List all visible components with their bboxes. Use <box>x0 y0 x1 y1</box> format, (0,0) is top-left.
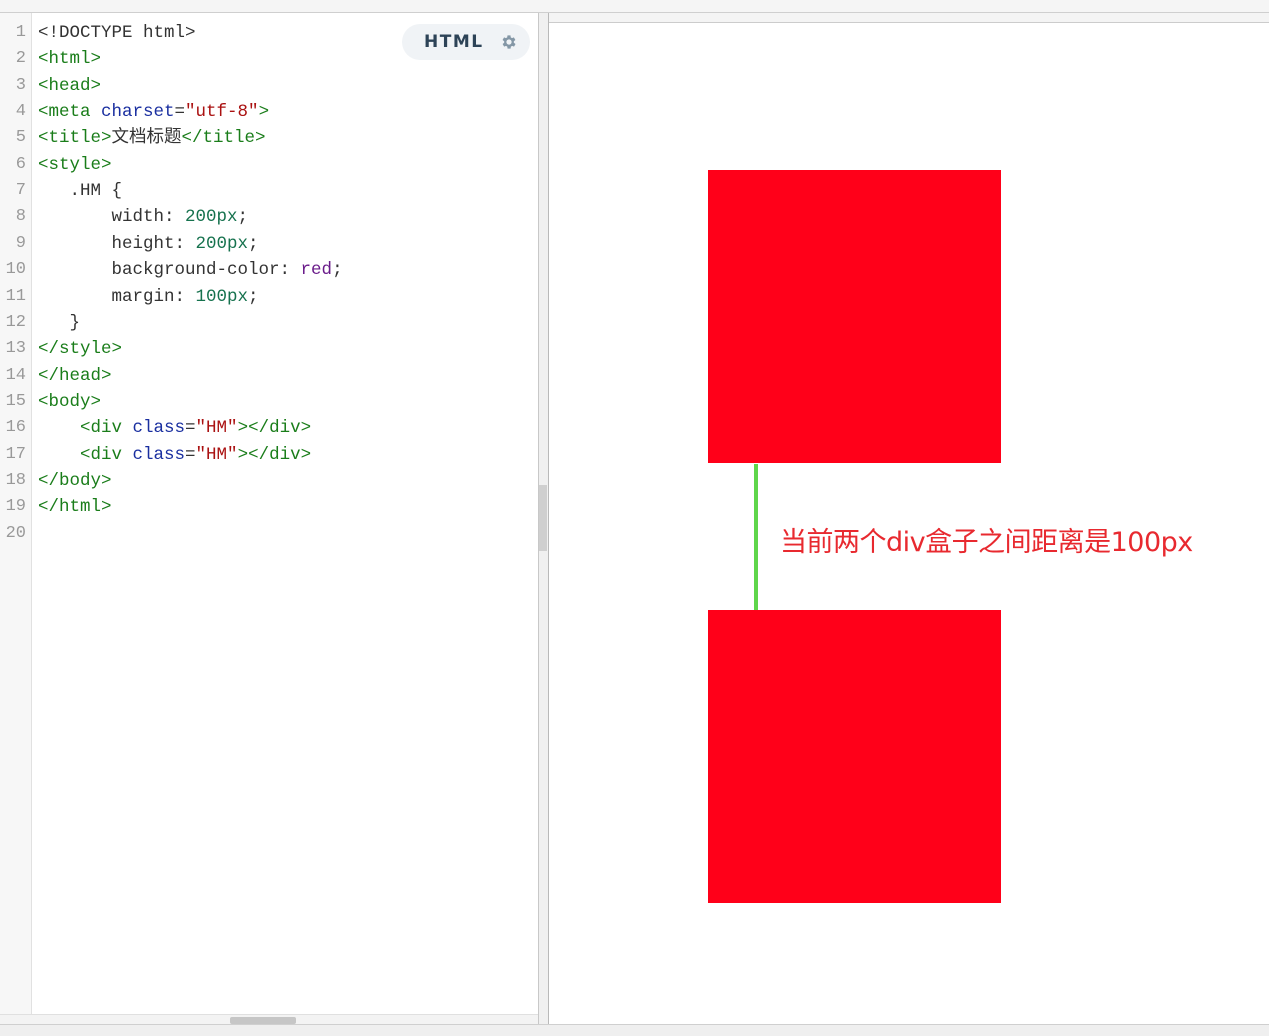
line-number: 5 <box>15 128 26 148</box>
code-line[interactable]: <meta charset="utf-8"> <box>38 99 269 125</box>
code-editor-pane[interactable]: 1 2 3 4 5 6 7 8 9 10 11 12 13 14 15 16 17 18 19 20 <!DOCTYP… <box>0 13 539 1025</box>
code-token: <div <box>38 418 133 439</box>
code-token: 文档标题 <box>111 128 182 149</box>
code-line[interactable]: width: 200px; <box>38 204 249 230</box>
code-token: .HM { <box>38 181 123 202</box>
code-token: class <box>132 444 186 465</box>
code-token: <!DOCTYPE html> <box>38 23 196 43</box>
code-token: ></div> <box>237 418 312 439</box>
code-line[interactable]: <body> <box>38 389 101 415</box>
code-line[interactable]: .HM { <box>38 178 123 204</box>
code-line[interactable]: </style> <box>38 336 122 362</box>
code-token: class <box>132 418 186 439</box>
code-token: red <box>300 260 333 281</box>
language-selector[interactable]: HTML <box>402 24 530 60</box>
code-line[interactable]: height: 200px; <box>38 231 259 257</box>
code-token: ; <box>248 233 259 254</box>
code-token: <style> <box>38 154 112 175</box>
code-token: ; <box>237 207 249 228</box>
line-number: 13 <box>5 339 26 359</box>
line-number: 1 <box>15 23 26 42</box>
line-number: 16 <box>5 418 26 438</box>
code-line[interactable]: <!DOCTYPE html> <box>38 20 196 46</box>
line-number: 14 <box>5 365 26 385</box>
top-toolbar <box>0 0 1269 13</box>
line-number: 11 <box>5 286 26 306</box>
preview-header <box>549 13 1269 23</box>
gear-icon[interactable] <box>500 33 518 51</box>
code-token: > <box>258 102 270 123</box>
code-line[interactable]: </html> <box>38 494 112 520</box>
line-number: 8 <box>15 207 26 227</box>
code-line[interactable]: } <box>38 310 81 336</box>
code-token: 100px <box>195 286 249 307</box>
code-token: <head> <box>38 75 102 96</box>
code-token: <div <box>38 444 133 465</box>
code-token: charset <box>101 102 175 123</box>
line-number: 12 <box>5 312 26 332</box>
bottom-status-bar <box>0 1024 1269 1036</box>
code-line[interactable]: background-color: red; <box>38 257 343 283</box>
code-line[interactable]: <head> <box>38 73 101 99</box>
line-number: 4 <box>15 102 26 122</box>
line-number: 7 <box>15 181 26 201</box>
code-line[interactable]: margin: 100px; <box>38 284 259 310</box>
code-line[interactable]: </head> <box>38 363 112 389</box>
code-token: <meta <box>38 102 102 123</box>
code-token: ></div> <box>237 444 312 465</box>
line-number: 18 <box>5 470 26 490</box>
code-token: margin: <box>38 286 196 307</box>
code-token: height: <box>38 233 196 254</box>
margin-gap-marker <box>754 464 758 613</box>
code-token: <html> <box>38 49 102 70</box>
preview-pane: 当前两个div盒子之间距离是100px <box>548 13 1269 1024</box>
code-token: ; <box>332 260 343 281</box>
code-token: </title> <box>181 128 266 149</box>
splitter-handle[interactable] <box>539 485 547 551</box>
line-number-gutter: 1 2 3 4 5 6 7 8 9 10 11 12 13 14 15 16 17 18 19 20 <box>0 13 32 1014</box>
code-line[interactable]: <html> <box>38 46 101 72</box>
code-token: 200px <box>195 233 249 254</box>
line-number: 20 <box>5 523 26 543</box>
horizontal-scrollbar-thumb[interactable] <box>230 1017 296 1024</box>
pane-splitter[interactable] <box>539 13 547 1024</box>
code-token: 200px <box>185 207 238 228</box>
code-token: = <box>185 444 196 465</box>
code-line[interactable]: <style> <box>38 152 112 178</box>
margin-annotation: 当前两个div盒子之间距离是100px <box>780 527 1193 558</box>
line-number: 17 <box>5 444 26 464</box>
code-token: <body> <box>38 391 102 412</box>
line-number: 15 <box>5 391 26 411</box>
code-line[interactable]: <title>文档标题</title> <box>38 125 266 151</box>
code-token: background-color: <box>38 260 301 281</box>
red-div-box-2 <box>708 610 1001 903</box>
code-token: = <box>174 102 186 123</box>
code-line[interactable]: <div class="HM"></div> <box>38 442 311 468</box>
line-number: 19 <box>5 497 26 517</box>
line-number: 2 <box>15 49 26 69</box>
code-token: } <box>38 312 81 333</box>
code-token: "utf-8" <box>185 102 259 123</box>
code-line[interactable]: </body> <box>38 468 112 494</box>
code-token: ; <box>248 286 259 307</box>
code-token: "HM" <box>195 444 238 465</box>
line-number: 3 <box>15 75 26 95</box>
red-div-box-1 <box>708 170 1001 463</box>
code-token: "HM" <box>195 418 238 439</box>
language-label: HTML <box>424 32 484 52</box>
line-number: 9 <box>15 233 26 253</box>
code-line[interactable]: <div class="HM"></div> <box>38 415 311 441</box>
code-token: </body> <box>38 470 112 491</box>
line-number: 10 <box>5 260 26 280</box>
code-token: = <box>185 418 196 439</box>
code-token: width: <box>38 207 186 228</box>
code-token: </head> <box>38 365 112 386</box>
code-token: </style> <box>38 339 123 360</box>
code-token: </html> <box>38 497 112 518</box>
code-token: <title> <box>38 128 112 149</box>
line-number: 6 <box>15 154 26 174</box>
